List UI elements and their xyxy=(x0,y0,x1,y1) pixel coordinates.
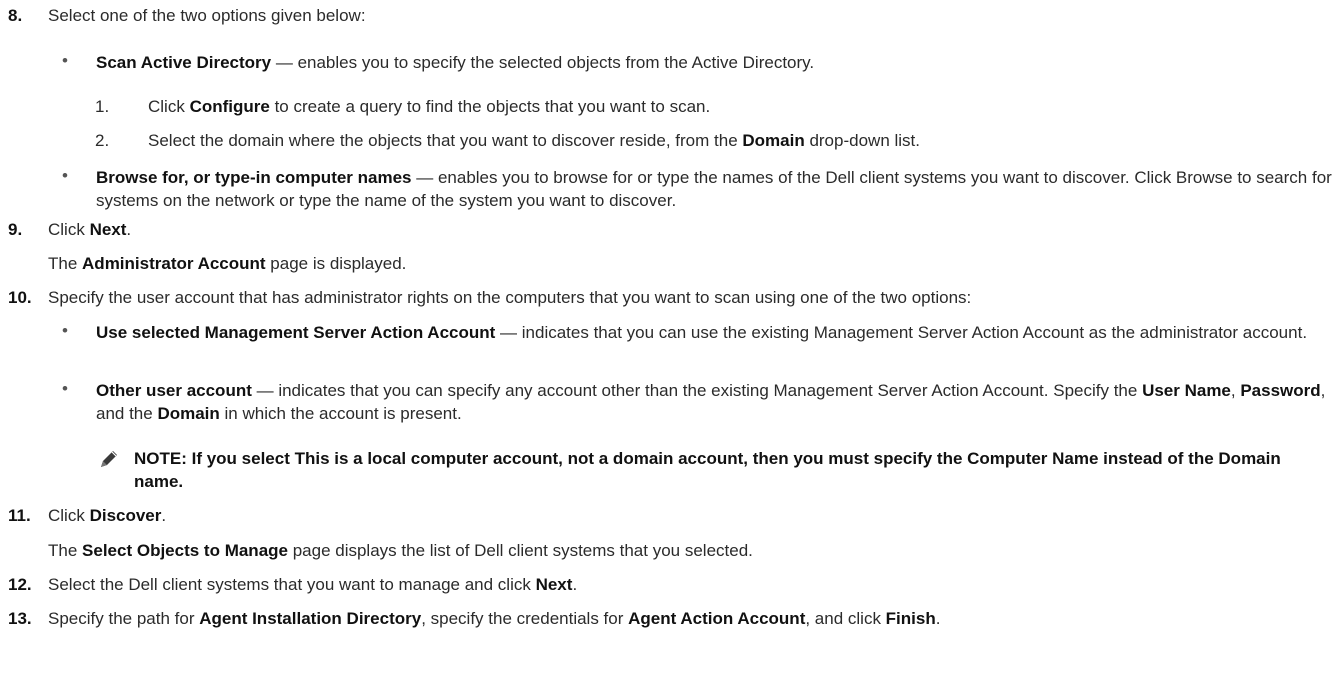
step-text: Specify the user account that has admini… xyxy=(48,288,972,307)
step-text: , and click xyxy=(805,609,886,628)
substep-number: 2. xyxy=(95,131,110,150)
agent-installation-directory-label: Agent Installation Directory xyxy=(199,609,422,628)
discover-label: Discover xyxy=(89,506,162,525)
separator: , xyxy=(1230,381,1241,400)
step-text: Click xyxy=(48,220,90,239)
step-text: , specify the credentials for xyxy=(421,609,629,628)
substep-text-end: to create a query to find the objects th… xyxy=(269,97,711,116)
substep-number: 1. xyxy=(95,97,110,116)
result-text: The xyxy=(48,541,83,560)
option-label: Scan Active Directory xyxy=(96,53,272,72)
bullet-mark: • xyxy=(62,379,68,398)
step-number: 10. xyxy=(8,288,32,307)
result-text: The xyxy=(48,254,83,273)
user-name-label: User Name xyxy=(1142,381,1231,400)
agent-action-account-label: Agent Action Account xyxy=(628,609,806,628)
step-text: Click xyxy=(48,506,90,525)
bullet-mark: • xyxy=(62,51,68,70)
step-text: Select one of the two options given belo… xyxy=(48,6,366,25)
configure-label: Configure xyxy=(189,97,270,116)
domain-label: Domain xyxy=(157,404,220,423)
step-number: 12. xyxy=(8,575,32,594)
step-text-end: . xyxy=(161,506,167,525)
result-text-end: page displays the list of Dell client sy… xyxy=(287,541,753,560)
option-label: Other user account xyxy=(96,381,252,400)
note-text: NOTE: If you select This is a local comp… xyxy=(134,449,1281,491)
bullet-mark: • xyxy=(62,166,68,185)
password-label: Password xyxy=(1240,381,1321,400)
substep-text: Click xyxy=(148,97,190,116)
step-text-end: . xyxy=(935,609,941,628)
select-objects-label: Select Objects to Manage xyxy=(82,541,288,560)
finish-label: Finish xyxy=(885,609,936,628)
step-number: 13. xyxy=(8,609,32,628)
administrator-account-label: Administrator Account xyxy=(82,254,266,273)
option-description-end: in which the account is present. xyxy=(219,404,462,423)
step-number: 9. xyxy=(8,220,23,239)
option-description: — indicates that you can specify any acc… xyxy=(251,381,1143,400)
step-number: 8. xyxy=(8,6,23,25)
option-description: — indicates that you can use the existin… xyxy=(495,323,1308,342)
step-text-end: . xyxy=(572,575,578,594)
bullet-mark: • xyxy=(62,321,68,340)
result-text-end: page is displayed. xyxy=(265,254,407,273)
step-text-end: . xyxy=(126,220,132,239)
step-text: Select the Dell client systems that you … xyxy=(48,575,536,594)
option-label: Use selected Management Server Action Ac… xyxy=(96,323,496,342)
step-number: 11. xyxy=(8,506,31,525)
document-page: 8. Select one of the two options given b… xyxy=(0,0,1340,682)
step-text: Specify the path for xyxy=(48,609,200,628)
next-label: Next xyxy=(535,575,573,594)
substep-text: Select the domain where the objects that… xyxy=(148,131,743,150)
next-label: Next xyxy=(89,220,127,239)
pencil-note-icon xyxy=(97,447,121,471)
option-description: — enables you to specify the selected ob… xyxy=(271,53,815,72)
domain-label: Domain xyxy=(742,131,805,150)
option-label: Browse for, or type-in computer names xyxy=(96,168,412,187)
substep-text-end: drop-down list. xyxy=(804,131,920,150)
